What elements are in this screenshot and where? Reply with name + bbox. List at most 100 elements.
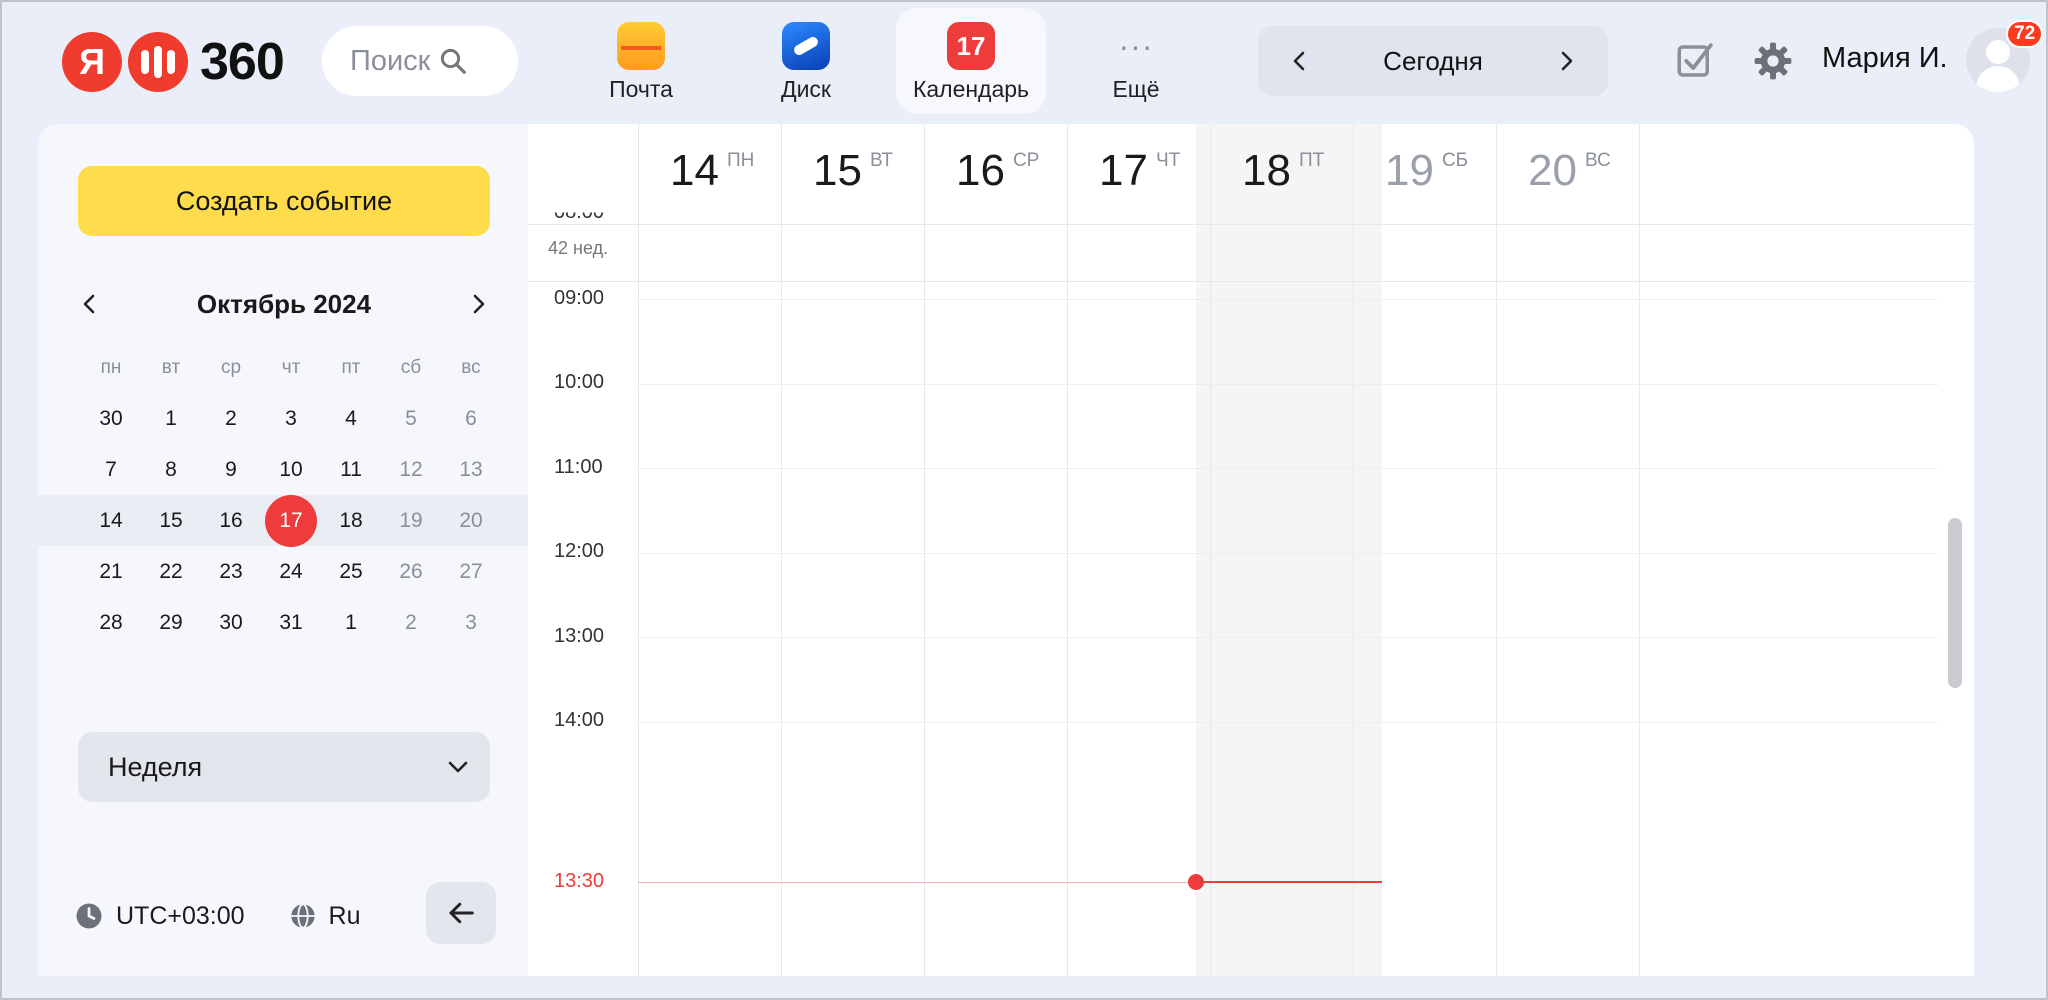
mini-calendar-day[interactable]: 2 xyxy=(381,611,441,635)
mini-calendar-day[interactable]: 9 xyxy=(201,458,261,482)
today-button[interactable]: Сегодня xyxy=(1383,46,1483,77)
day-column-divider xyxy=(781,124,782,976)
day-column-divider xyxy=(638,124,639,976)
yandex-360-logo[interactable]: Я 360 xyxy=(62,32,285,92)
day-weekday: СР xyxy=(1012,150,1040,171)
weekday-label: пн xyxy=(100,356,122,378)
clock-icon xyxy=(76,903,102,929)
day-header[interactable]: 19 СБ xyxy=(1353,124,1496,224)
day-number: 17 xyxy=(1099,146,1148,195)
app-more[interactable]: ··· Ещё xyxy=(1061,8,1211,114)
app-mail[interactable]: Почта xyxy=(566,8,716,114)
hour-line xyxy=(638,299,1938,300)
weekday-label: вс xyxy=(461,356,481,378)
app-calendar[interactable]: 17 Календарь xyxy=(896,8,1046,114)
search-label: Поиск xyxy=(350,44,431,77)
day-column-divider xyxy=(1067,124,1068,976)
collapse-sidebar-button[interactable] xyxy=(426,882,496,944)
mini-calendar-weekdays: пн вт ср чт пт сб вс xyxy=(38,342,528,393)
mini-calendar-day[interactable]: 30 xyxy=(81,407,141,431)
day-weekday: ВС xyxy=(1584,150,1611,171)
day-header[interactable]: 18 ПТ xyxy=(1210,124,1353,224)
notification-badge: 72 xyxy=(2006,20,2044,48)
day-header[interactable]: 20 ВС xyxy=(1496,124,1639,224)
day-header[interactable]: 17 ЧТ xyxy=(1067,124,1210,224)
mini-calendar-day[interactable]: 25 xyxy=(321,560,381,584)
hour-label: 08:00 xyxy=(554,201,605,224)
mini-calendar-day[interactable]: 19 xyxy=(381,509,441,533)
mini-calendar-day-today[interactable]: 17 xyxy=(261,494,321,547)
language-button[interactable]: Ru xyxy=(289,902,361,931)
mini-calendar-day[interactable]: 5 xyxy=(381,407,441,431)
mini-calendar-day[interactable]: 7 xyxy=(81,458,141,482)
mini-calendar-day[interactable]: 2 xyxy=(201,407,261,431)
current-time-line xyxy=(1196,881,1382,883)
mini-calendar-day[interactable]: 16 xyxy=(201,509,261,533)
mini-calendar-day[interactable]: 27 xyxy=(441,560,501,584)
mini-calendar-day[interactable]: 4 xyxy=(321,407,381,431)
mini-calendar-day[interactable]: 1 xyxy=(141,407,201,431)
mini-calendar-day[interactable]: 22 xyxy=(141,560,201,584)
month-next-chevron-icon[interactable] xyxy=(466,292,490,316)
timezone-button[interactable]: UTC+03:00 xyxy=(74,901,245,931)
mini-calendar-week: 14 15 16 17 18 19 20 xyxy=(38,494,528,547)
month-prev-chevron-icon[interactable] xyxy=(78,292,102,316)
mini-calendar-day[interactable]: 21 xyxy=(81,560,141,584)
mini-calendar-day[interactable]: 23 xyxy=(201,560,261,584)
chevron-left-icon[interactable] xyxy=(1288,49,1312,73)
mini-calendar-day[interactable]: 3 xyxy=(441,611,501,635)
mini-calendar-day[interactable]: 20 xyxy=(441,509,501,533)
mini-calendar-day[interactable]: 1 xyxy=(321,611,381,635)
chevron-right-icon[interactable] xyxy=(1554,49,1578,73)
hour-label: 10:00 xyxy=(554,371,605,393)
app-calendar-label: Календарь xyxy=(912,76,1030,102)
view-select[interactable]: Неделя xyxy=(78,732,490,802)
mini-calendar-day[interactable]: 6 xyxy=(441,407,501,431)
user-name[interactable]: Мария И. xyxy=(1822,42,1948,75)
day-column-divider xyxy=(1210,124,1211,976)
scrollbar[interactable] xyxy=(1948,518,1962,688)
day-number: 19 xyxy=(1385,146,1434,195)
hour-line xyxy=(638,468,1938,469)
weekday-label: ср xyxy=(220,356,242,378)
mini-calendar-day[interactable]: 30 xyxy=(201,611,261,635)
hour-label: 09:00 xyxy=(554,286,605,309)
day-header[interactable]: 16 СР xyxy=(924,124,1067,224)
hour-line xyxy=(638,552,1938,554)
gear-icon[interactable] xyxy=(1752,40,1794,82)
mini-calendar-day[interactable]: 28 xyxy=(81,611,141,635)
day-number: 16 xyxy=(956,146,1005,195)
arrow-left-icon xyxy=(449,902,474,924)
mini-calendar-day[interactable]: 26 xyxy=(381,560,441,584)
more-icon: ··· xyxy=(1118,27,1154,64)
create-event-button[interactable]: Создать событие xyxy=(78,166,490,236)
hour-label: 13:00 xyxy=(554,624,605,647)
mini-calendar-day[interactable]: 12 xyxy=(381,458,441,482)
app-disk[interactable]: Диск xyxy=(731,8,881,114)
mini-calendar-day[interactable]: 24 xyxy=(261,560,321,584)
tasks-checkbox-icon[interactable] xyxy=(1674,40,1716,82)
mini-calendar-day[interactable]: 11 xyxy=(321,458,381,482)
mini-calendar-day[interactable]: 8 xyxy=(141,458,201,482)
search-button[interactable]: Поиск xyxy=(322,26,518,96)
day-number: 14 xyxy=(670,146,719,195)
mini-calendar-day[interactable]: 31 xyxy=(261,611,321,635)
mini-calendar-day[interactable]: 14 xyxy=(81,509,141,533)
hour-label: 12:00 xyxy=(554,540,605,562)
current-time-label: 13:30 xyxy=(554,870,605,892)
mini-calendar-day[interactable]: 10 xyxy=(261,458,321,482)
date-navigation: Сегодня xyxy=(1258,26,1608,96)
all-day-row[interactable] xyxy=(528,224,1974,282)
app-disk-label: Диск xyxy=(781,76,831,102)
mini-calendar-day[interactable]: 15 xyxy=(141,509,201,533)
day-column-divider xyxy=(1353,124,1354,976)
day-number: 20 xyxy=(1528,146,1577,195)
mini-calendar-day[interactable]: 3 xyxy=(261,407,321,431)
mini-calendar-day[interactable]: 29 xyxy=(141,611,201,635)
language-label: Ru xyxy=(328,901,361,930)
mini-calendar-day[interactable]: 13 xyxy=(441,458,501,482)
mini-calendar-day[interactable]: 18 xyxy=(321,509,381,533)
day-header[interactable]: 14 ПН xyxy=(638,124,781,224)
day-column-divider xyxy=(924,124,925,976)
day-header[interactable]: 15 ВТ xyxy=(781,124,924,224)
